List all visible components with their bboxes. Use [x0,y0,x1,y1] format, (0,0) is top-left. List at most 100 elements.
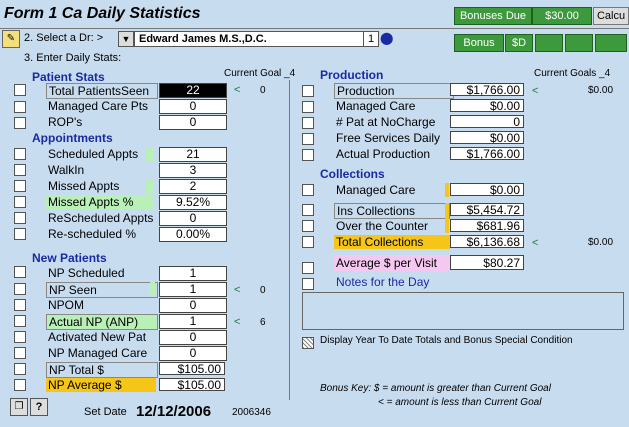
pat-no-charge-input[interactable]: 0 [450,115,524,129]
checkbox[interactable] [14,148,26,160]
checkbox[interactable] [14,283,26,295]
lookup-icon[interactable]: ⬤ [380,31,394,45]
missed-appts-input[interactable]: 2 [159,179,227,194]
row-label: ReScheduled Appts [48,211,154,225]
walkin-input[interactable]: 3 [159,163,227,178]
tool-icon[interactable]: ✎ [2,30,20,48]
checkbox[interactable] [302,133,314,145]
avg-per-visit-label: Average $ per Visit [334,255,450,271]
checkbox[interactable] [14,315,26,327]
tab-blank-2[interactable] [565,34,593,52]
calculator-button[interactable]: Calcu [593,7,629,25]
ytd-label: Display Year To Date Totals and Bonus Sp… [320,335,573,346]
highlight-bar [445,203,449,233]
total-collections-value: $6,136.68 [450,235,524,249]
checkbox[interactable] [302,262,314,274]
activated-new-pat-input[interactable]: 0 [159,330,227,345]
row-label: Re-scheduled % [48,227,137,241]
row-label: NP Average $ [46,378,156,392]
highlight-bar [150,282,155,296]
tab-bonus[interactable]: Bonus [454,34,504,52]
scheduled-appts-input[interactable]: 21 [159,147,227,162]
missed-appts-pct-value: 9.52% [159,195,227,210]
doctor-select[interactable]: Edward James M.S.,D.C. [134,31,370,47]
checkbox[interactable] [14,164,26,176]
notes-label: Notes for the Day [336,275,430,289]
actual-np-input[interactable]: 1 [159,314,227,329]
collections-managed-care-input[interactable]: $0.00 [450,183,524,197]
tab-blank-3[interactable] [595,34,627,52]
bonuses-due-button[interactable]: Bonuses Due [454,7,532,25]
tab-sd[interactable]: $D [505,34,533,52]
row-label: Missed Appts % [46,195,154,209]
np-scheduled-input[interactable]: 1 [159,266,227,281]
checkbox[interactable] [302,204,314,216]
managed-care-input[interactable]: $0.00 [450,99,524,113]
over-counter-input[interactable]: $681.96 [450,219,524,233]
notes-textarea[interactable] [302,292,624,330]
rops-input[interactable]: 0 [159,115,227,130]
less-than-indicator: < [234,316,241,328]
ytd-checkbox[interactable] [302,337,314,349]
row-label: Missed Appts [48,179,120,193]
row-label: NP Seen [46,282,158,298]
checkbox[interactable] [14,212,26,224]
help-icon[interactable]: ? [30,398,48,416]
current-goals-label: Current Goals _4 [534,68,611,79]
less-than-indicator: < [234,84,241,96]
row-label: Activated New Pat [48,330,147,344]
checkbox[interactable] [14,331,26,343]
row-label: Managed Care Pts [48,99,149,113]
checkbox[interactable] [14,196,26,208]
checkbox[interactable] [302,149,314,161]
checkbox[interactable] [302,184,314,196]
rescheduled-appts-input[interactable]: 0 [159,211,227,226]
checkbox[interactable] [14,180,26,192]
patient-stats-title: Patient Stats [32,70,105,84]
checkbox[interactable] [14,299,26,311]
row-label: Production [334,83,454,99]
date-value[interactable]: 12/12/2006 [136,403,211,420]
less-than-indicator: < [532,237,539,249]
goal-value: $0.00 [588,85,614,96]
row-label: Managed Care [336,99,416,113]
row-label: Ins Collections [334,203,450,219]
current-goal-label: Current Goal _4 [224,68,296,79]
windows-icon[interactable]: ❐ [10,398,28,416]
set-date-label: Set Date [84,406,127,418]
np-managed-care-input[interactable]: 0 [159,346,227,361]
row-label: ROP's [48,115,83,129]
free-services-input[interactable]: $0.00 [450,131,524,145]
goal-value: 6 [260,317,266,328]
checkbox[interactable] [302,278,314,290]
managed-care-pts-input[interactable]: 0 [159,99,227,114]
ins-collections-input[interactable]: $5,454.72 [450,203,524,217]
checkbox[interactable] [14,117,26,129]
checkbox[interactable] [14,363,26,375]
npom-input[interactable]: 0 [159,298,227,313]
less-than-indicator: < [234,284,241,296]
np-seen-input[interactable]: 1 [159,282,227,297]
row-label: Total Collections [334,235,450,249]
chevron-down-icon[interactable]: ▼ [118,31,134,47]
production-input[interactable]: $1,766.00 [450,83,524,97]
row-label: Scheduled Appts [48,147,139,161]
checkbox[interactable] [302,220,314,232]
checkbox[interactable] [302,236,314,248]
checkbox[interactable] [302,101,314,113]
checkbox[interactable] [14,347,26,359]
collections-title: Collections [320,167,385,181]
row-label: Free Services Daily [336,131,441,145]
np-total-value: $105.00 [159,362,225,376]
total-patients-input[interactable]: 22 [159,83,227,98]
checkbox[interactable] [302,117,314,129]
checkbox[interactable] [14,228,26,240]
checkbox[interactable] [14,84,26,96]
checkbox[interactable] [14,379,26,391]
checkbox[interactable] [14,101,26,113]
tab-blank-1[interactable] [535,34,563,52]
highlight-bar [146,147,154,161]
highlight-bar [445,183,449,197]
checkbox[interactable] [302,85,314,97]
checkbox[interactable] [14,266,26,278]
